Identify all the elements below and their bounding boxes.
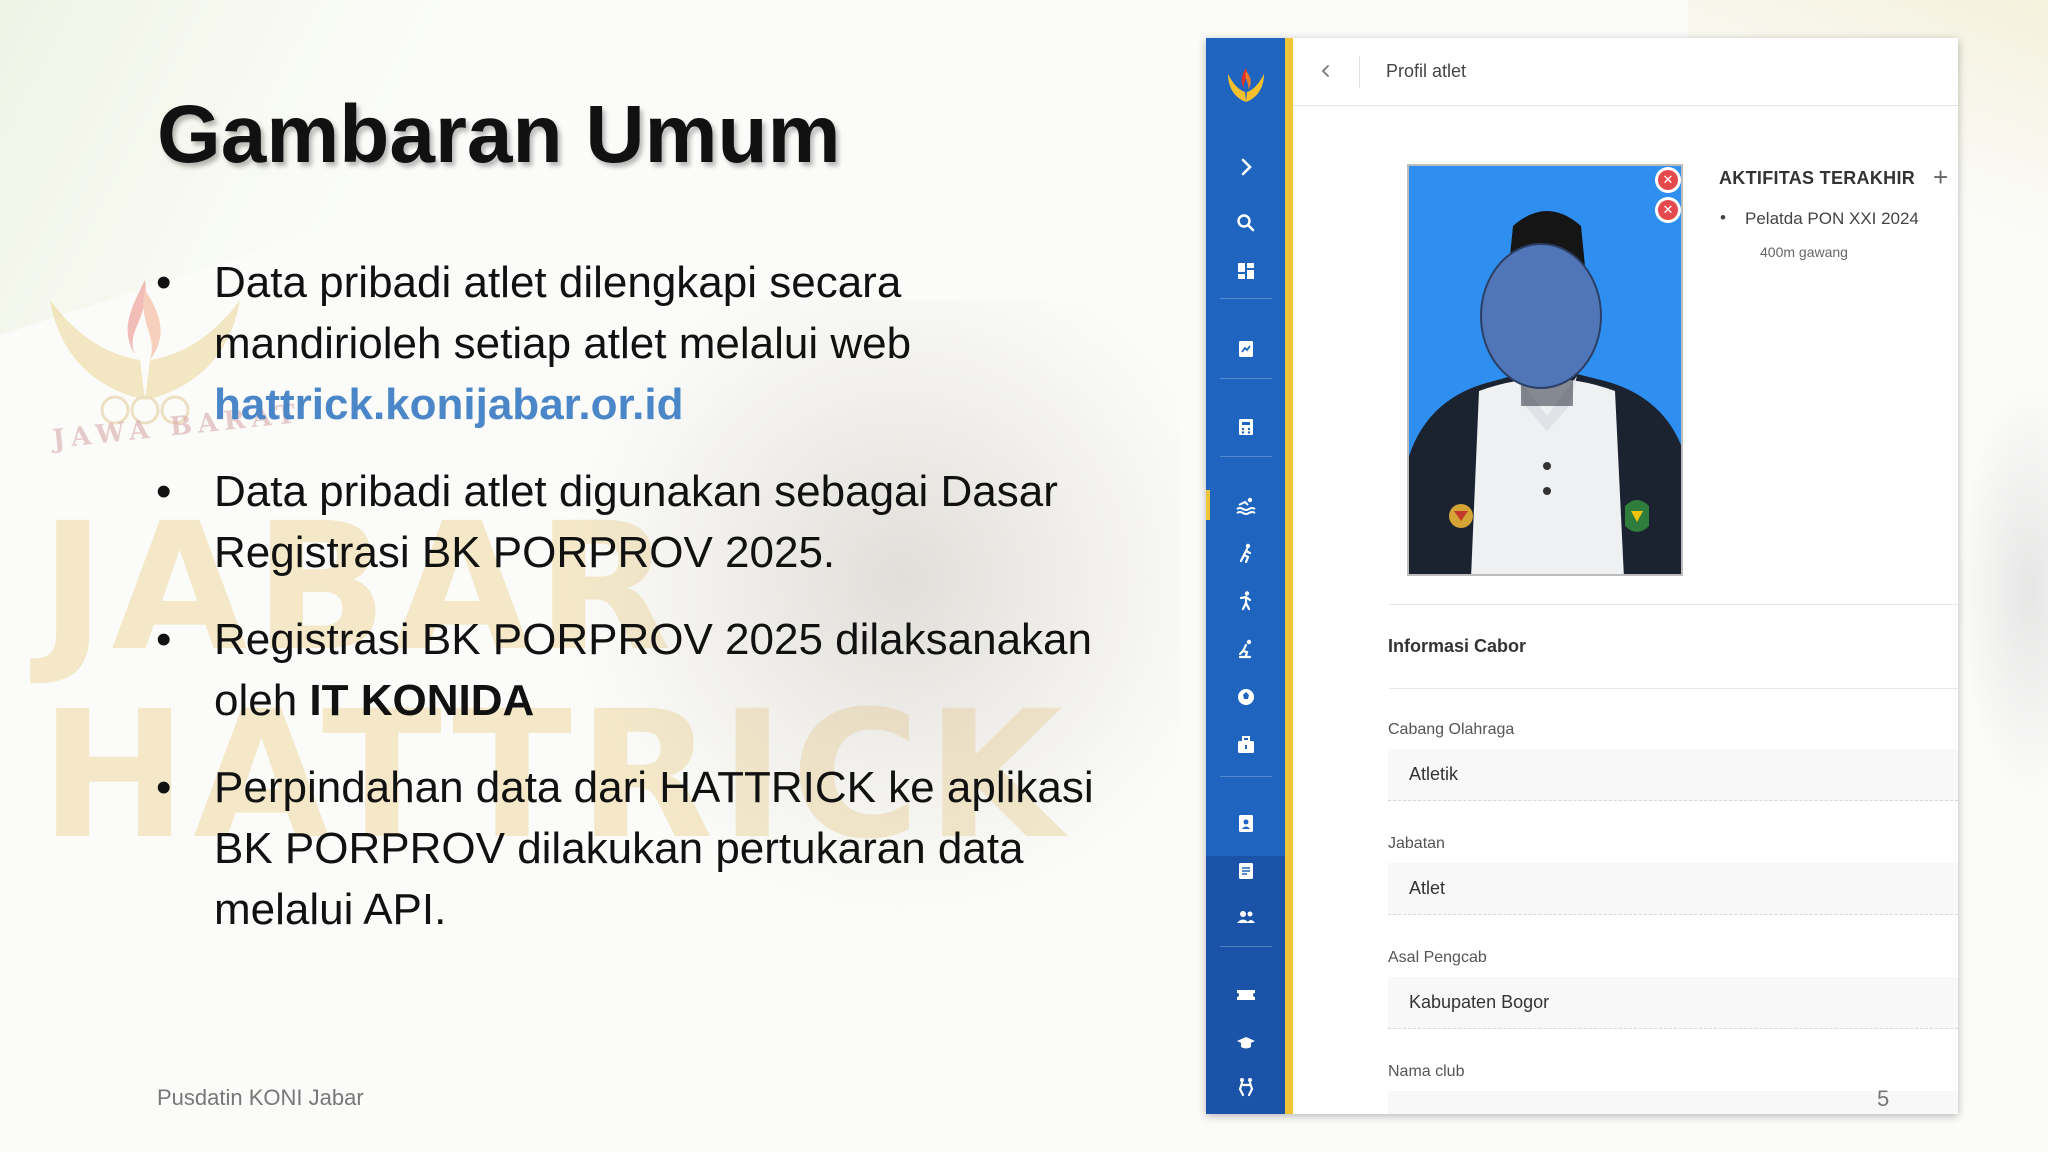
sidebar-divider (1220, 946, 1272, 947)
search-icon[interactable] (1226, 208, 1266, 238)
bullet-text: Data pribadi atlet dilengkapi secara man… (214, 258, 912, 368)
back-button[interactable] (1313, 58, 1339, 84)
topbar-divider (1359, 56, 1360, 88)
koni-logo-icon (1228, 68, 1264, 102)
asal-pengcab-field[interactable]: Kabupaten Bogor (1388, 977, 1958, 1029)
bullet-item: Perpindahan data dari HATTRICK ke aplika… (150, 757, 1130, 940)
breadcrumb: Profil atlet (1386, 61, 1467, 81)
section-divider (1389, 604, 1958, 605)
bullet-item: Data pribadi atlet digunakan sebagai Das… (150, 461, 1130, 583)
sidebar-accent-stripe (1285, 38, 1293, 1114)
bullet-text: Data pribadi atlet digunakan sebagai Das… (214, 467, 1058, 577)
hat-icon[interactable] (1226, 1028, 1266, 1058)
sidebar-divider (1220, 776, 1272, 777)
website-link[interactable]: hattrick.konijabar.or.id (214, 374, 1130, 435)
dashboard-icon[interactable] (1226, 256, 1266, 286)
remove-photo-button[interactable]: ✕ (1658, 200, 1678, 220)
ticket-icon[interactable] (1226, 980, 1266, 1010)
wrestling-icon[interactable] (1226, 1072, 1266, 1102)
skating-icon[interactable] (1226, 634, 1266, 664)
athlete-photo: ✕ ✕ (1407, 164, 1683, 576)
ball-icon[interactable] (1226, 682, 1266, 712)
field-label-cabang-olahraga: Cabang Olahraga (1388, 721, 1515, 738)
activity-item: Pelatda PON XXI 2024 (1720, 208, 1919, 229)
toolbox-icon[interactable] (1226, 730, 1266, 760)
activity-item-subtitle: 400m gawang (1760, 244, 1848, 260)
bullet-strong-text: IT KONIDA (309, 676, 535, 725)
app-screenshot-window: Profil atlet ✕ ✕ AKTIFITAS TERAKHIR + • … (1206, 38, 1958, 1114)
slide-footer: Pusdatin KONI Jabar (157, 1085, 364, 1110)
expand-chevron-icon[interactable] (1226, 152, 1266, 182)
athletics-icon[interactable] (1226, 538, 1266, 568)
top-bar: Profil atlet (1293, 38, 1958, 106)
section-divider (1389, 688, 1958, 689)
id-badge-icon[interactable] (1226, 808, 1266, 838)
swimming-icon[interactable] (1226, 490, 1266, 520)
sidebar-divider (1220, 456, 1272, 457)
active-item-marker (1206, 490, 1210, 520)
activity-item-title: Pelatda PON XXI 2024 (1745, 209, 1919, 228)
calculator-icon[interactable] (1226, 412, 1266, 442)
bullet-item: Registrasi BK PORPROV 2025 dilaksanakan … (150, 609, 1130, 731)
report-icon[interactable] (1226, 334, 1266, 364)
slide-title: Gambaran Umum (157, 89, 841, 180)
remove-photo-button[interactable]: ✕ (1658, 170, 1678, 190)
bullet-item: Data pribadi atlet dilengkapi secara man… (150, 252, 1130, 435)
field-label-nama-club: Nama club (1388, 1063, 1465, 1080)
cabang-olahraga-field[interactable]: Atletik (1388, 749, 1958, 801)
athlete-image-faded (1958, 380, 2048, 800)
chevron-left-icon (1321, 65, 1329, 77)
bullet-list: Data pribadi atlet dilengkapi secara man… (150, 252, 1130, 966)
document-icon[interactable] (1226, 856, 1266, 886)
section-title: Informasi Cabor (1388, 636, 1527, 656)
sidebar (1206, 38, 1285, 1114)
add-activity-button[interactable]: + (1933, 162, 1948, 193)
activity-heading: AKTIFITAS TERAKHIR (1719, 168, 1916, 188)
athlete-photo-image (1409, 211, 1681, 574)
nama-club-field[interactable]: - (1388, 1091, 1958, 1114)
sidebar-divider (1220, 298, 1272, 299)
users-icon[interactable] (1226, 902, 1266, 932)
bullet-text: Perpindahan data dari HATTRICK ke aplika… (214, 763, 1094, 934)
sidebar-divider (1220, 378, 1272, 379)
page-number: 5 (1877, 1086, 1890, 1111)
field-label-asal-pengcab: Asal Pengcab (1388, 949, 1487, 966)
running-icon[interactable] (1226, 586, 1266, 616)
profile-content: ✕ ✕ AKTIFITAS TERAKHIR + Pelatda PON XXI… (1293, 106, 1958, 1114)
field-label-jabatan: Jabatan (1388, 835, 1445, 852)
jabatan-field[interactable]: Atlet (1388, 863, 1958, 915)
